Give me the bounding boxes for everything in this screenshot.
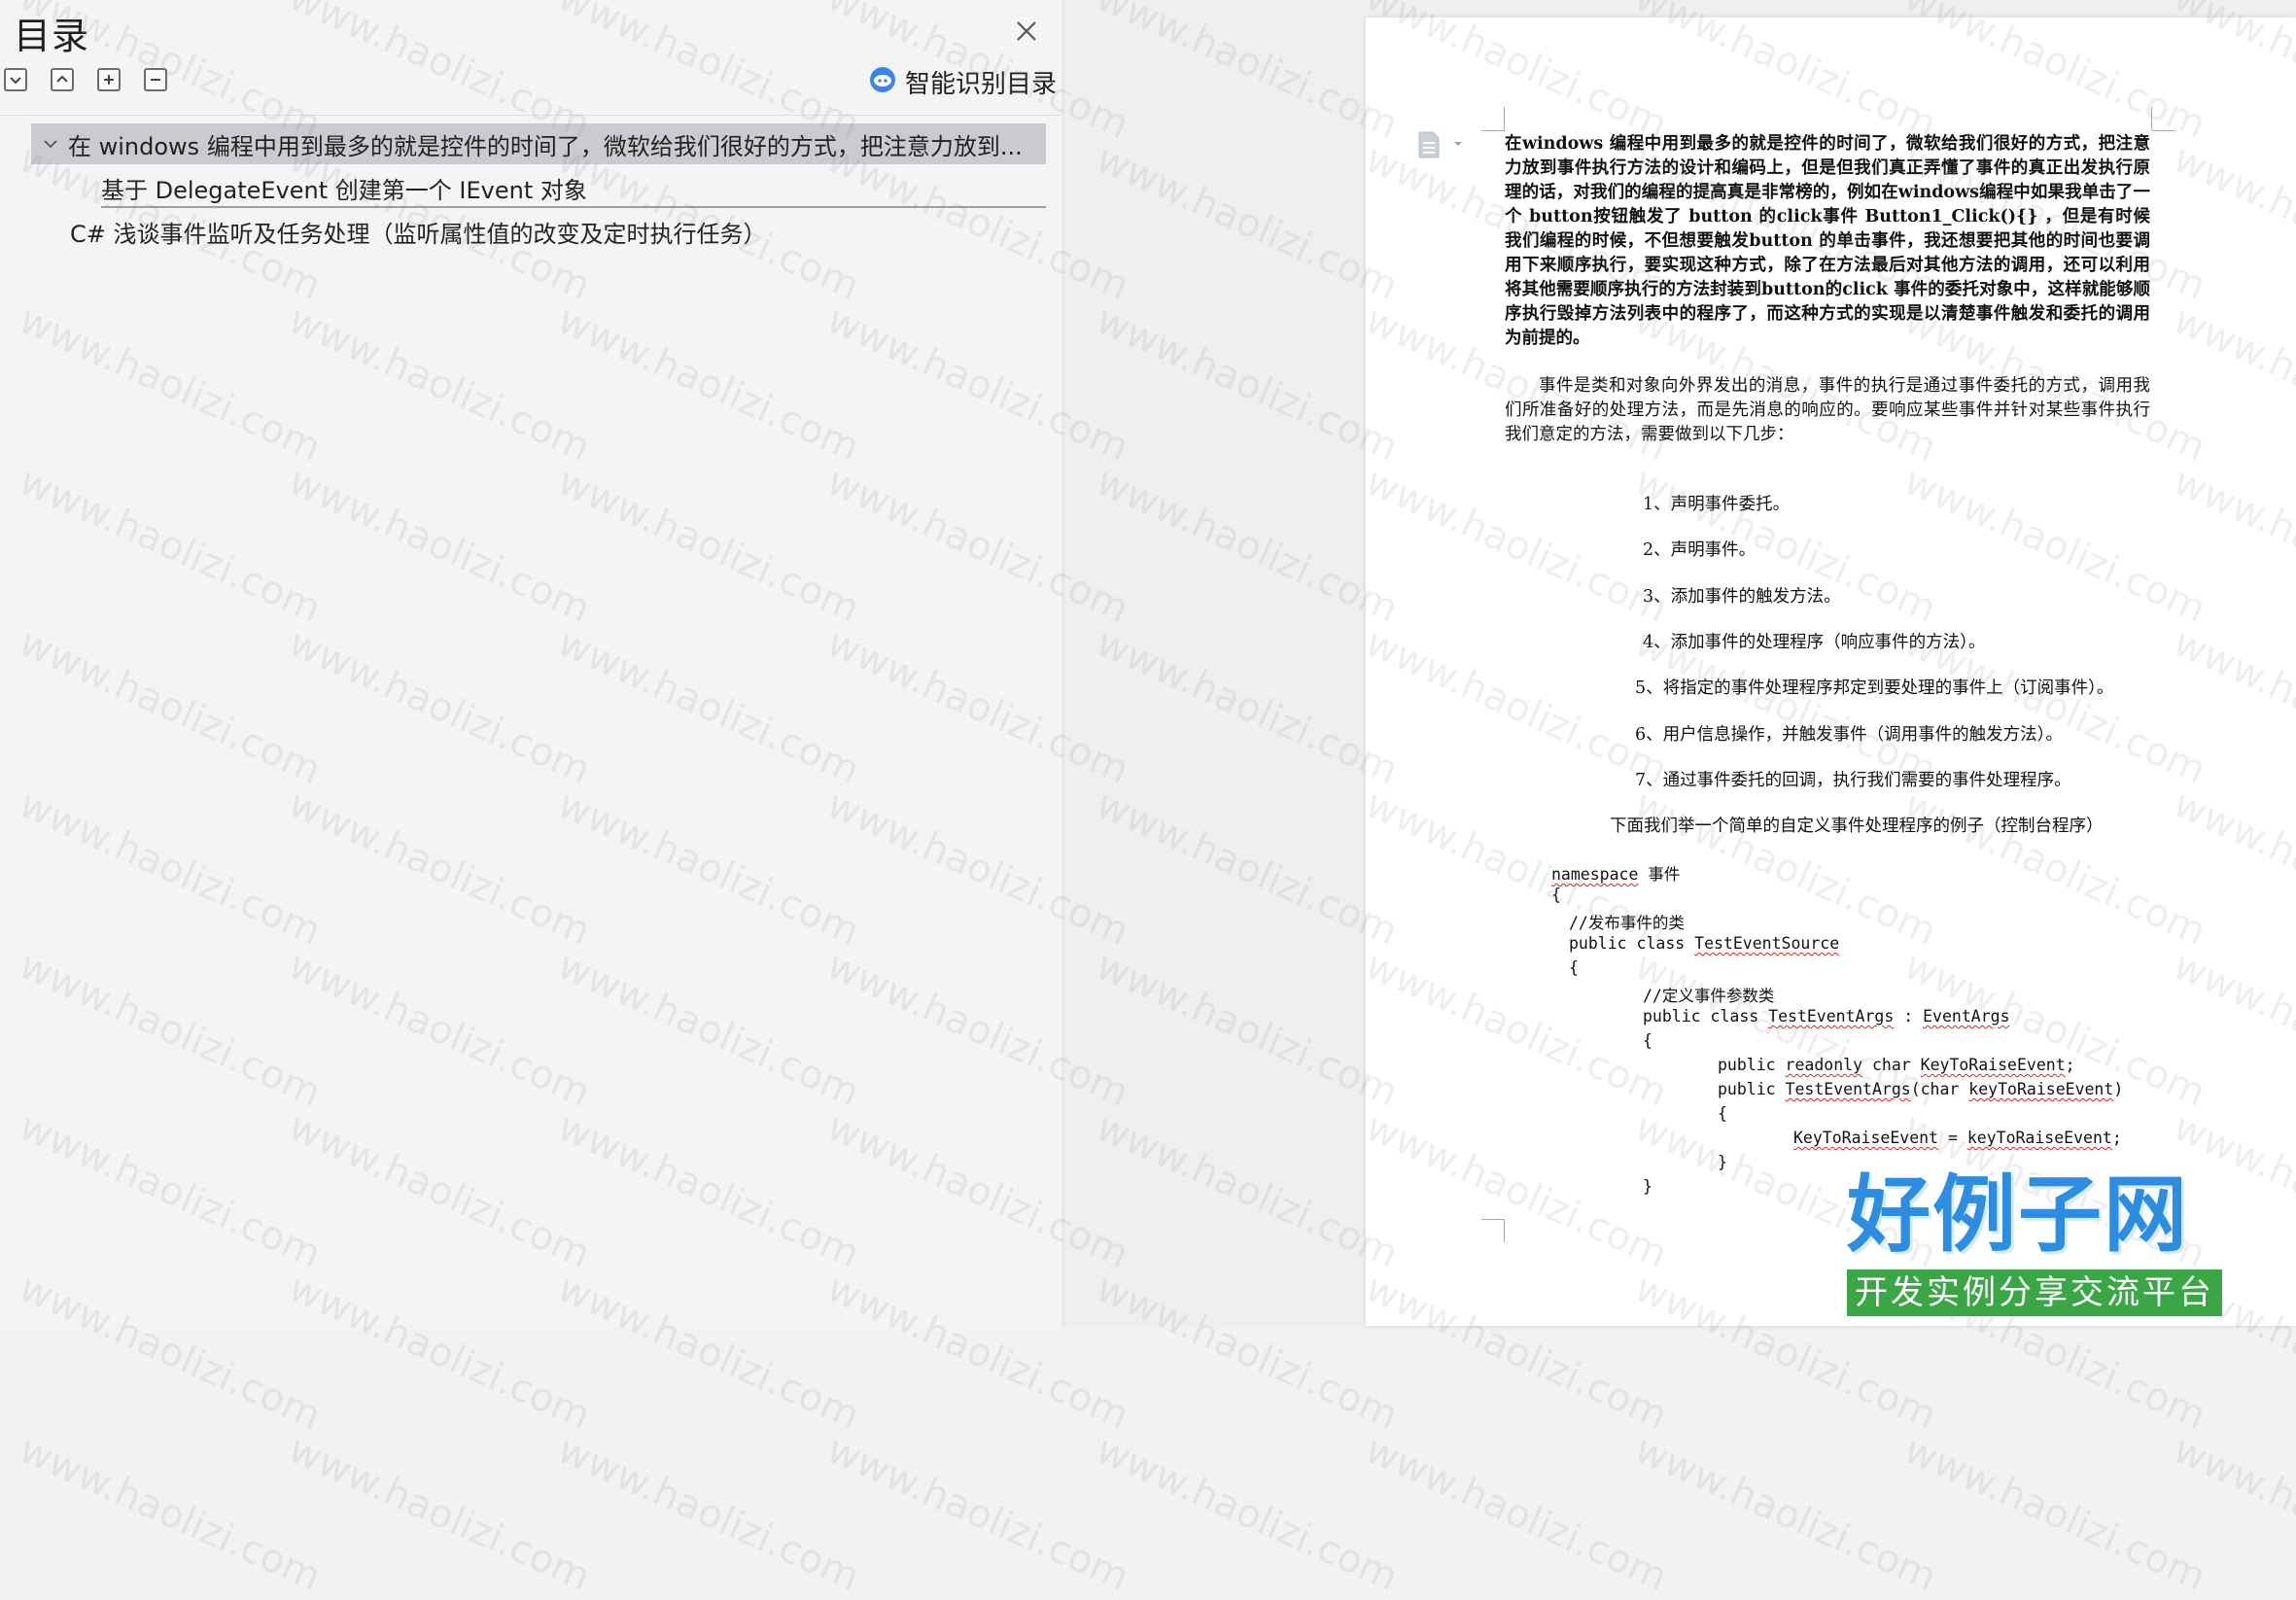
watermark-text: www.haolizi.com xyxy=(820,1427,1135,1600)
code-line: public class TestEventSource xyxy=(1569,934,1839,953)
code-token: public xyxy=(1718,1080,1786,1098)
toc-item-2[interactable]: 基于 DelegateEvent 创建第一个 IEvent 对象 xyxy=(101,167,1046,208)
logo-title: 好例子网 xyxy=(1847,1166,2189,1264)
close-icon[interactable] xyxy=(1009,14,1044,49)
code-token: public xyxy=(1718,1056,1786,1074)
code-line: namespace 事件 xyxy=(1551,861,1680,885)
code-token: readonly xyxy=(1785,1056,1863,1074)
code-token: keyToRaiseEvent xyxy=(1966,1129,2112,1147)
step-item: 3、添加事件的触发方法。 xyxy=(1643,587,1841,607)
crop-mark xyxy=(1481,130,1505,131)
smart-toc-label: 智能识别目录 xyxy=(905,69,1058,99)
toc-item-label: 基于 DelegateEvent 创建第一个 IEvent 对象 xyxy=(101,176,587,204)
watermark-text: www.haolizi.com xyxy=(1897,1427,2212,1600)
logo-tagline: 开发实例分享交流平台 xyxy=(1847,1270,2222,1316)
code-token: 事件 xyxy=(1638,865,1681,884)
code-line: } xyxy=(1718,1153,1727,1171)
code-line: public class TestEventArgs : EventArgs xyxy=(1643,1007,2010,1026)
paragraph-2: 事件是类和对象向外界发出的消息，事件的执行是通过事件委托的方式，调用我们所准备好… xyxy=(1505,376,2150,444)
step-item: 4、添加事件的处理程序（响应事件的方法）。 xyxy=(1643,633,1986,652)
code-line: } xyxy=(1643,1177,1652,1196)
watermark-text: www.haolizi.com xyxy=(282,1427,597,1600)
crop-mark xyxy=(1504,107,1505,130)
watermark-text: www.haolizi.com xyxy=(551,1427,866,1600)
remove-item-icon[interactable] xyxy=(144,68,167,91)
code-token: public class xyxy=(1569,934,1695,953)
add-item-icon[interactable] xyxy=(97,68,121,91)
code-token: keyToRaiseEvent xyxy=(1968,1080,2114,1098)
document-body: 在windows 编程中用到最多的就是控件的时间了，微软给我们很好的方式，把注意… xyxy=(1505,132,2150,447)
toc-item-underline xyxy=(101,206,1046,208)
paragraph-1: 在windows 编程中用到最多的就是控件的时间了，微软给我们很好的方式，把注意… xyxy=(1505,134,2150,348)
code-token: namespace xyxy=(1551,865,1639,884)
code-token: (char xyxy=(1910,1080,1969,1098)
code-line: public TestEventArgs(char keyToRaiseEven… xyxy=(1718,1080,2123,1098)
code-line: //发布事件的类 xyxy=(1569,914,1685,932)
code-token: TestEventArgs xyxy=(1785,1080,1911,1098)
crop-mark xyxy=(2152,130,2175,131)
ai-assistant-icon xyxy=(868,65,897,98)
expand-all-icon[interactable] xyxy=(51,68,74,91)
crop-mark xyxy=(2151,107,2152,130)
step-item: 5、将指定的事件处理程序邦定到要处理的事件上（订阅事件）。 xyxy=(1635,678,2114,698)
watermark-text: www.haolizi.com xyxy=(1628,1427,1943,1600)
toolbar-divider xyxy=(0,115,1061,116)
code-token: ; xyxy=(2111,1129,2122,1147)
paragraph-menu-icon[interactable] xyxy=(1417,130,1466,163)
step-item: 1、声明事件委托。 xyxy=(1643,495,1791,514)
code-token: public class xyxy=(1643,1007,1769,1026)
site-logo: 好例子网 开发实例分享交流平台 xyxy=(1847,1166,2226,1322)
watermark-text: www.haolizi.com xyxy=(1359,1427,1674,1600)
code-token: KeyToRaiseEvent xyxy=(1793,1129,1939,1147)
example-intro: 下面我们举一个简单的自定义事件处理程序的例子（控制台程序） xyxy=(1610,817,2104,836)
code-line: { xyxy=(1569,958,1579,977)
toc-title: 目录 xyxy=(14,15,90,57)
toc-item-label: 在 windows 编程中用到最多的就是控件的时间了，微软给我们很好的方式，把注… xyxy=(68,132,1023,160)
code-token: ) xyxy=(2113,1080,2124,1098)
code-line: { xyxy=(1551,886,1561,904)
collapse-all-icon[interactable] xyxy=(4,68,27,91)
toc-item-label: C# 浅谈事件监听及任务处理（监听属性值的改变及定时执行任务） xyxy=(70,220,767,248)
code-token: char xyxy=(1862,1056,1921,1074)
crop-mark xyxy=(1481,1219,1505,1220)
watermark-text: www.haolizi.com xyxy=(1090,1427,1405,1600)
crop-mark xyxy=(1504,1219,1505,1242)
toc-panel: 目录 智能识别目录 在 windows 编程中用到最多的就是控件的时间了，微软给… xyxy=(0,0,1061,1326)
code-token: : xyxy=(1894,1007,1924,1026)
step-item: 6、用户信息操作，并触发事件（调用事件的触发方法）。 xyxy=(1635,725,2063,745)
code-token: EventArgs xyxy=(1923,1007,2010,1026)
code-line: //定义事件参数类 xyxy=(1643,987,1775,1005)
code-token: ; xyxy=(2065,1056,2075,1074)
watermark-text: www.haolizi.com xyxy=(2167,1427,2296,1600)
code-line: public readonly char KeyToRaiseEvent; xyxy=(1718,1056,2075,1074)
toc-item-3[interactable]: C# 浅谈事件监听及任务处理（监听属性值的改变及定时执行任务） xyxy=(70,211,1042,252)
code-line: { xyxy=(1643,1031,1652,1050)
step-item: 2、声明事件。 xyxy=(1643,540,1757,560)
step-item: 7、通过事件委托的回调，执行我们需要的事件处理程序。 xyxy=(1635,771,2071,790)
code-line: KeyToRaiseEvent = keyToRaiseEvent; xyxy=(1793,1129,2122,1147)
smart-toc-button[interactable]: 智能识别目录 xyxy=(868,64,1057,99)
chevron-down-icon[interactable] xyxy=(41,134,60,154)
watermark-text: www.haolizi.com xyxy=(13,1427,328,1600)
code-line: { xyxy=(1718,1104,1727,1123)
code-token: = xyxy=(1938,1129,1967,1147)
code-token: TestEventArgs xyxy=(1768,1007,1895,1026)
code-token: KeyToRaiseEvent xyxy=(1920,1056,2066,1074)
code-token: TestEventSource xyxy=(1694,934,1840,953)
toc-item-1[interactable]: 在 windows 编程中用到最多的就是控件的时间了，微软给我们很好的方式，把注… xyxy=(31,123,1046,164)
